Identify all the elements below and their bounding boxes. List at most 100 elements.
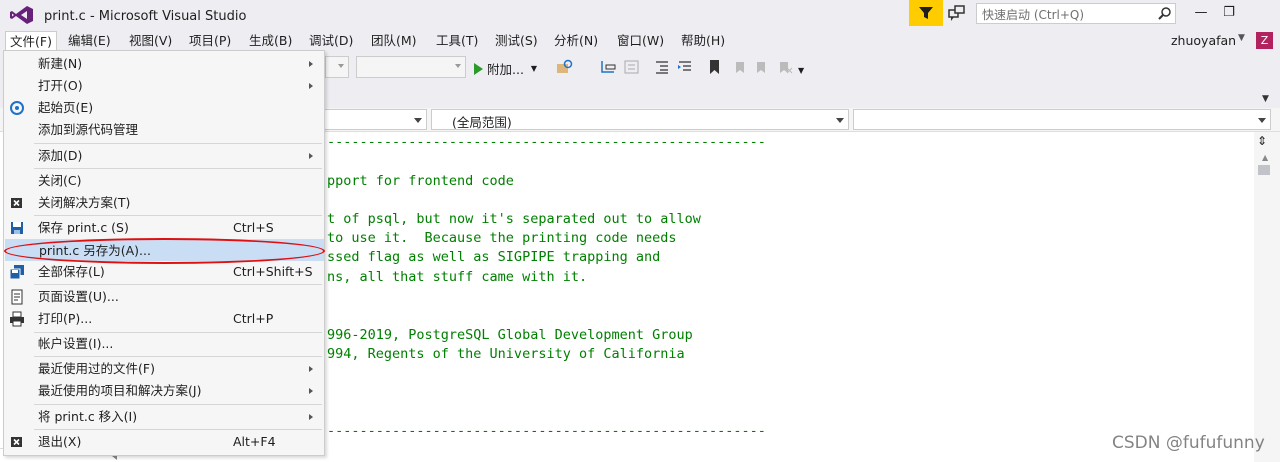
code-line: ----------------------------------------… bbox=[327, 423, 766, 439]
watermark: CSDN @fufufunny bbox=[1112, 433, 1265, 453]
menu-test[interactable]: 测试(S) bbox=[491, 31, 542, 51]
title-bar: print.c - Microsoft Visual Studio 快速启动 (… bbox=[0, 0, 1280, 30]
menu-item-label: 保存 print.c (S) bbox=[38, 220, 129, 235]
menu-help[interactable]: 帮助(H) bbox=[677, 31, 729, 51]
menu-item-add[interactable]: 添加(D) bbox=[5, 145, 324, 167]
window-title: print.c - Microsoft Visual Studio bbox=[44, 9, 247, 24]
solution-config-combo[interactable] bbox=[325, 56, 349, 78]
menu-view[interactable]: 视图(V) bbox=[125, 31, 176, 51]
scroll-up-icon[interactable]: ▲ bbox=[1262, 153, 1268, 162]
visual-studio-logo-icon bbox=[10, 6, 33, 24]
menu-team[interactable]: 团队(M) bbox=[367, 31, 421, 51]
quick-launch-input[interactable]: 快速启动 (Ctrl+Q) bbox=[976, 3, 1176, 24]
menu-item-add-to-source-control[interactable]: 添加到源代码管理 bbox=[5, 119, 324, 141]
attach-label: 附加... bbox=[487, 62, 524, 77]
menu-item-close-solution[interactable]: 关闭解决方案(T) bbox=[5, 192, 324, 214]
code-line: ns, all that stuff came with it. bbox=[327, 269, 588, 285]
menu-item-exit[interactable]: 退出(X) Alt+F4 bbox=[5, 431, 324, 453]
menu-item-account-settings[interactable]: 帐户设置(I)... bbox=[5, 333, 324, 355]
menu-file[interactable]: 文件(F) bbox=[5, 31, 57, 51]
menu-item-recent-projects[interactable]: 最近使用的项目和解决方案(J) bbox=[5, 380, 324, 402]
member-combo[interactable] bbox=[853, 109, 1271, 130]
next-bookmark-icon[interactable] bbox=[753, 59, 771, 75]
menu-separator bbox=[34, 356, 322, 357]
account-chevron-icon[interactable]: ▼ bbox=[1238, 33, 1245, 43]
indent-icon[interactable] bbox=[676, 59, 694, 75]
submenu-arrow-icon bbox=[309, 153, 313, 159]
menu-item-label: 添加(D) bbox=[38, 148, 83, 163]
quick-launch-placeholder: 快速启动 (Ctrl+Q) bbox=[982, 8, 1085, 22]
submenu-arrow-icon bbox=[309, 61, 313, 67]
notification-filter-button[interactable] bbox=[909, 0, 943, 26]
attach-button[interactable]: 附加... ▼ bbox=[474, 59, 537, 78]
menu-bar: 文件(F) 编辑(E) 视图(V) 项目(P) 生成(B) 调试(D) 团队(M… bbox=[0, 31, 1280, 51]
code-line: to use it. Because the printing code nee… bbox=[327, 230, 677, 246]
code-line: 994, Regents of the University of Califo… bbox=[327, 346, 685, 362]
menu-item-start-page[interactable]: 起始页(E) bbox=[5, 97, 324, 119]
scope-combo[interactable]: (全局范围) bbox=[431, 109, 849, 130]
file-menu-dropdown: 新建(N) 打开(O) 起始页(E) 添加到源代码管理 添加(D) 关闭(C) … bbox=[3, 50, 325, 456]
prev-bookmark-icon[interactable] bbox=[730, 59, 748, 75]
toolbar-overflow-icon[interactable]: ▼ bbox=[798, 66, 804, 75]
submenu-arrow-icon bbox=[309, 83, 313, 89]
menu-item-shortcut: Alt+F4 bbox=[233, 434, 276, 449]
menu-edit[interactable]: 编辑(E) bbox=[64, 31, 115, 51]
menu-item-label: 帐户设置(I)... bbox=[38, 336, 114, 351]
menu-item-open[interactable]: 打开(O) bbox=[5, 75, 324, 97]
avatar[interactable]: Z bbox=[1256, 32, 1273, 49]
vertical-scrollbar[interactable] bbox=[1254, 132, 1280, 462]
menu-item-label: 将 print.c 移入(I) bbox=[38, 409, 138, 424]
menu-item-save-as[interactable]: print.c 另存为(A)... bbox=[5, 239, 324, 261]
menu-tools[interactable]: 工具(T) bbox=[432, 31, 482, 51]
exit-icon bbox=[11, 437, 22, 447]
menu-item-save-all[interactable]: 全部保存(L) Ctrl+Shift+S bbox=[5, 261, 324, 283]
clear-bookmarks-icon[interactable] bbox=[776, 59, 794, 75]
code-line: 996-2019, PostgreSQL Global Development … bbox=[327, 327, 693, 343]
code-line: pport for frontend code bbox=[327, 173, 514, 189]
search-icon bbox=[1158, 7, 1171, 20]
outdent-icon[interactable] bbox=[653, 59, 671, 75]
menu-separator bbox=[34, 168, 322, 169]
project-combo[interactable] bbox=[323, 109, 427, 130]
save-all-icon bbox=[9, 265, 24, 280]
menu-separator bbox=[34, 215, 322, 216]
menu-item-new[interactable]: 新建(N) bbox=[5, 53, 324, 75]
menu-build[interactable]: 生成(B) bbox=[245, 31, 296, 51]
menu-item-page-setup[interactable]: 页面设置(U)... bbox=[5, 286, 324, 308]
menu-debug[interactable]: 调试(D) bbox=[305, 31, 357, 51]
menu-item-print[interactable]: 打印(P)... Ctrl+P bbox=[5, 308, 324, 330]
collapse-icon[interactable] bbox=[623, 59, 641, 75]
step-into-icon[interactable] bbox=[600, 59, 618, 75]
menu-separator bbox=[34, 404, 322, 405]
find-in-files-icon[interactable] bbox=[556, 59, 574, 75]
menu-separator bbox=[34, 143, 322, 144]
user-account[interactable]: zhuoyafan bbox=[1171, 33, 1236, 48]
scrollbar-thumb[interactable] bbox=[1258, 165, 1270, 175]
menu-item-move-into[interactable]: 将 print.c 移入(I) bbox=[5, 406, 324, 428]
solution-platform-combo[interactable] bbox=[356, 56, 466, 78]
menu-item-label: print.c 另存为(A)... bbox=[39, 243, 151, 258]
menu-item-shortcut: Ctrl+P bbox=[233, 311, 274, 326]
tab-list-chevron-icon[interactable]: ▼ bbox=[1262, 94, 1269, 104]
print-icon bbox=[10, 311, 24, 327]
scope-value: (全局范围) bbox=[452, 115, 512, 130]
restore-button[interactable]: ❐ bbox=[1219, 4, 1239, 22]
menu-item-label: 打印(P)... bbox=[38, 311, 93, 326]
menu-window[interactable]: 窗口(W) bbox=[613, 31, 668, 51]
feedback-icon[interactable] bbox=[948, 5, 966, 23]
page-setup-icon bbox=[11, 289, 23, 305]
split-window-icon[interactable]: ⇕ bbox=[1257, 134, 1267, 148]
menu-item-label: 页面设置(U)... bbox=[38, 289, 119, 304]
menu-item-label: 添加到源代码管理 bbox=[38, 122, 139, 137]
menu-item-save[interactable]: 保存 print.c (S) Ctrl+S bbox=[5, 217, 324, 239]
visual-studio-window: print.c - Microsoft Visual Studio 快速启动 (… bbox=[0, 0, 1280, 462]
menu-item-close[interactable]: 关闭(C) bbox=[5, 170, 324, 192]
menu-item-shortcut: Ctrl+S bbox=[233, 220, 274, 235]
menu-analyze[interactable]: 分析(N) bbox=[550, 31, 602, 51]
menu-project[interactable]: 项目(P) bbox=[185, 31, 235, 51]
bookmark-icon[interactable] bbox=[706, 59, 724, 75]
minimize-button[interactable]: — bbox=[1191, 4, 1211, 22]
menu-item-label: 最近使用的项目和解决方案(J) bbox=[38, 383, 202, 398]
code-line: t of psql, but now it's separated out to… bbox=[327, 211, 701, 227]
menu-item-recent-files[interactable]: 最近使用过的文件(F) bbox=[5, 358, 324, 380]
